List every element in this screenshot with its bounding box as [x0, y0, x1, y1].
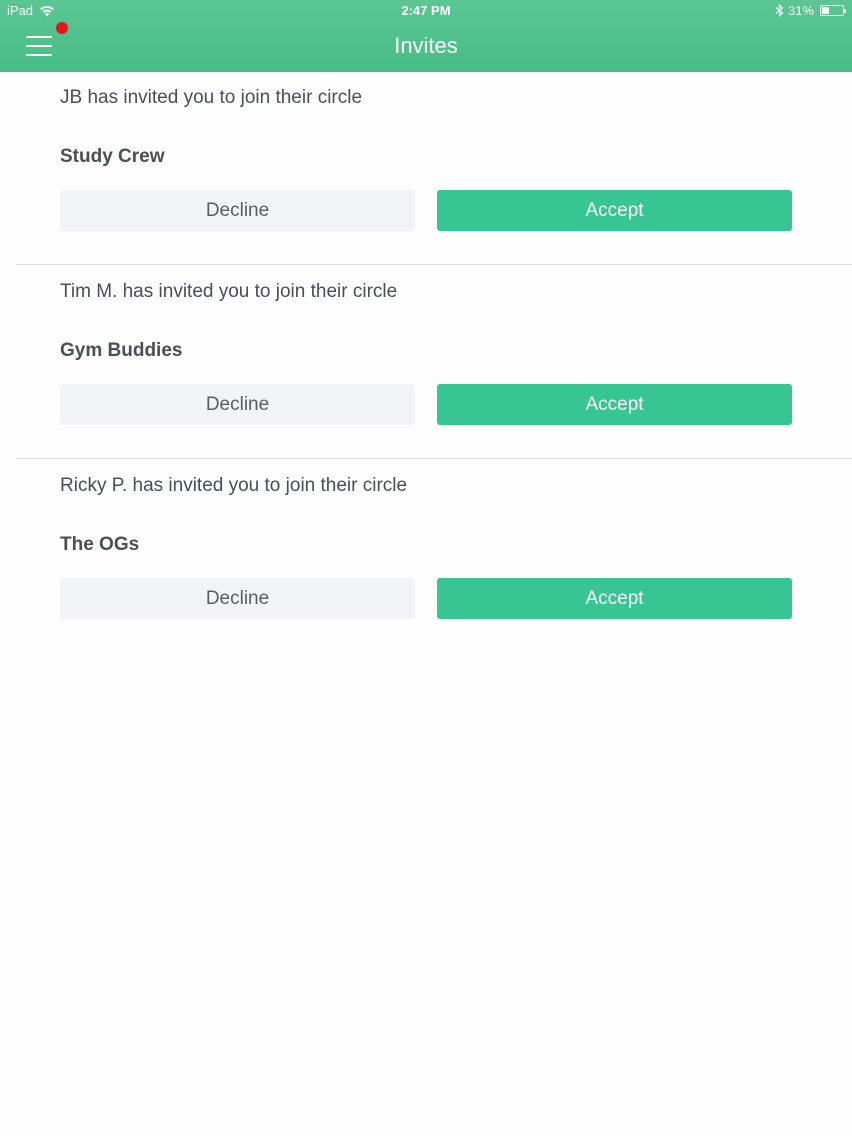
decline-button[interactable]: Decline: [60, 578, 415, 619]
battery-icon: [820, 5, 846, 16]
accept-button[interactable]: Accept: [437, 578, 792, 619]
battery-level-fill: [822, 7, 829, 14]
top-bar: iPad 2:47 PM 31% Invites: [0, 0, 852, 72]
invite-card: JB has invited you to join their circle …: [0, 72, 852, 266]
status-time: 2:47 PM: [401, 3, 451, 18]
divider: [16, 264, 852, 265]
bluetooth-icon: [775, 4, 784, 17]
invite-card: Ricky P. has invited you to join their c…: [0, 460, 852, 654]
circle-name: Gym Buddies: [60, 340, 183, 361]
circle-name: The OGs: [60, 534, 140, 555]
invite-card: Tim M. has invited you to join their cir…: [0, 266, 852, 460]
invite-message: Tim M. has invited you to join their cir…: [60, 281, 398, 302]
accept-button[interactable]: Accept: [437, 190, 792, 231]
decline-button[interactable]: Decline: [60, 384, 415, 425]
invite-message: JB has invited you to join their circle: [60, 87, 363, 108]
decline-button[interactable]: Decline: [60, 190, 415, 231]
invite-message: Ricky P. has invited you to join their c…: [60, 475, 408, 496]
status-bar-right: 31%: [775, 3, 846, 18]
page-title: Invites: [394, 33, 458, 58]
accept-button[interactable]: Accept: [437, 384, 792, 425]
battery-percent: 31%: [787, 3, 814, 18]
circle-name: Study Crew: [60, 146, 165, 167]
divider: [16, 458, 852, 459]
